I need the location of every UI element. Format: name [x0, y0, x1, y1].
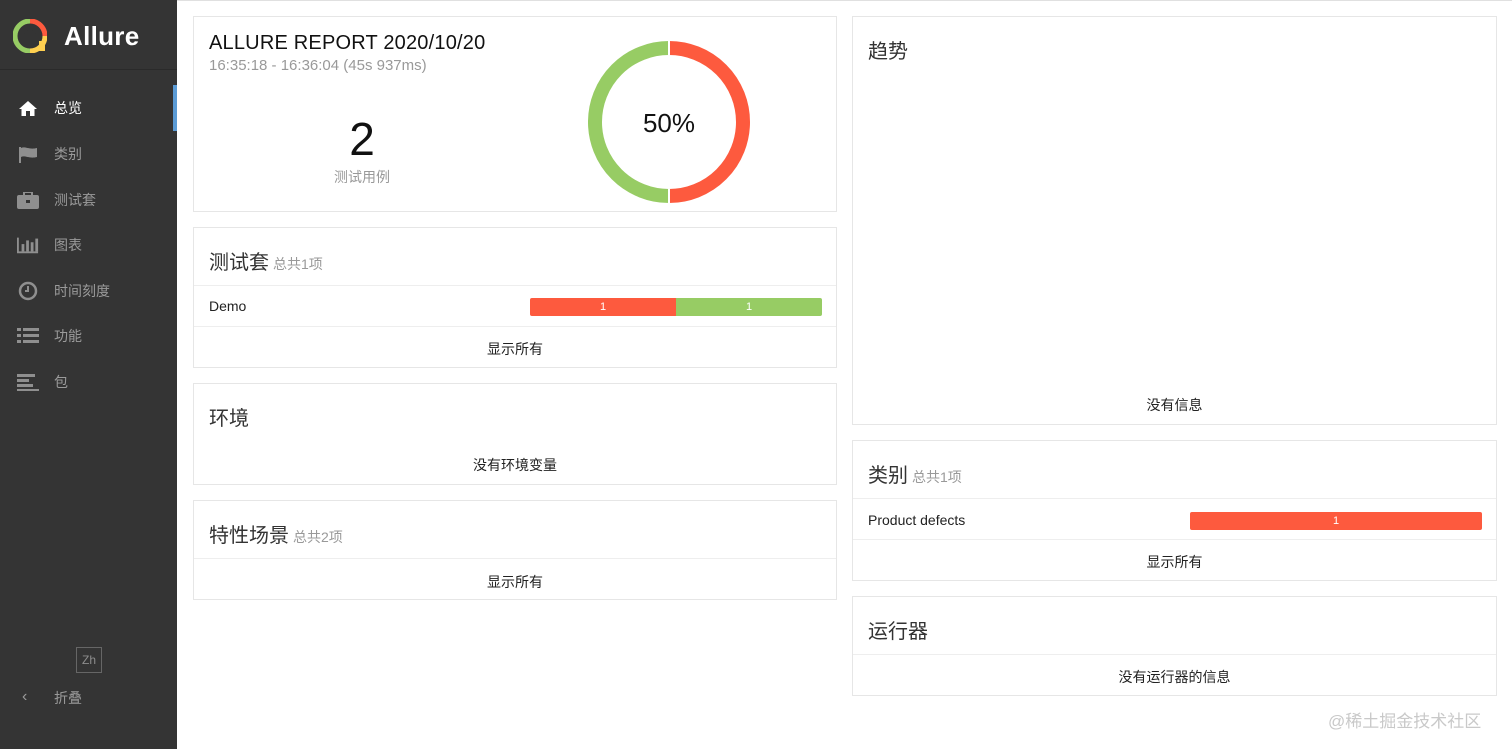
- sidebar-item-timeline[interactable]: 时间刻度: [0, 268, 177, 314]
- features-show-all-link[interactable]: 显示所有: [194, 572, 836, 592]
- flag-icon: [17, 145, 39, 163]
- bar-chart-icon: [17, 236, 39, 254]
- suites-widget: 测试套 总共1项 Demo 1 1 显示所有: [193, 227, 837, 368]
- suites-count: 总共1项: [273, 256, 323, 272]
- executors-widget: 运行器 没有运行器的信息: [852, 596, 1497, 696]
- pass-percent: 50%: [642, 108, 696, 138]
- executors-title: 运行器: [868, 621, 928, 643]
- sidebar-item-label: 测试套: [54, 192, 96, 208]
- report-time-range: 16:35:18 - 16:36:04 (45s 937ms): [209, 57, 427, 74]
- executors-empty-text: 没有运行器的信息: [1118, 669, 1231, 685]
- chevron-left-icon: ‹: [22, 688, 28, 705]
- brand-name: Allure: [64, 21, 140, 51]
- watermark: @稀土掘金技术社区: [1328, 712, 1482, 731]
- features-widget: 特性场景 总共2项 显示所有: [193, 500, 837, 600]
- sidebar-item-label: 时间刻度: [54, 283, 110, 299]
- sidebar-item-categories[interactable]: 类别: [0, 131, 177, 177]
- features-count: 总共2项: [293, 529, 343, 545]
- brand[interactable]: Allure: [0, 0, 177, 70]
- top-border: [177, 0, 1512, 1]
- suite-name[interactable]: Demo: [209, 298, 246, 314]
- categories-title: 类别 总共1项: [868, 465, 962, 487]
- trend-title: 趋势: [868, 41, 908, 63]
- sidebar-item-label: 总览: [54, 100, 82, 116]
- sidebar-item-label: 图表: [54, 237, 82, 253]
- suites-title: 测试套 总共1项: [209, 252, 323, 274]
- briefcase-icon: [17, 191, 39, 209]
- collapse-button[interactable]: ‹ 折叠: [0, 676, 177, 716]
- sidebar-item-packages[interactable]: 包: [0, 359, 177, 405]
- suites-show-all-link[interactable]: 显示所有: [194, 339, 836, 359]
- categories-count: 总共1项: [912, 469, 962, 485]
- environment-widget: 环境 没有环境变量: [193, 383, 837, 485]
- sidebar-item-label: 包: [54, 374, 68, 390]
- divider: [853, 498, 1496, 499]
- category-status-bar[interactable]: 1: [1190, 512, 1482, 530]
- divider: [194, 558, 836, 559]
- features-title: 特性场景 总共2项: [209, 525, 343, 547]
- environment-title: 环境: [209, 408, 249, 430]
- sidebar: Allure 总览 类别 测试套 图表 时间刻度 功能 包 Zh ‹ 折叠: [0, 0, 177, 749]
- test-case-count: 2: [349, 113, 375, 165]
- trend-empty-text: 没有信息: [1146, 397, 1203, 413]
- report-title: ALLURE REPORT 2020/10/20: [209, 32, 486, 54]
- divider: [853, 654, 1496, 655]
- sidebar-item-label: 类别: [54, 146, 82, 162]
- align-left-icon: [17, 373, 39, 391]
- trend-widget: 趋势 没有信息: [852, 16, 1497, 425]
- sidebar-item-label: 功能: [54, 328, 82, 344]
- divider: [194, 285, 836, 286]
- categories-widget: 类别 总共1项 Product defects 1 显示所有: [852, 440, 1497, 581]
- sidebar-item-graphs[interactable]: 图表: [0, 222, 177, 268]
- environment-empty-text: 没有环境变量: [473, 457, 557, 473]
- failed-segment[interactable]: 1: [530, 298, 676, 316]
- passed-segment[interactable]: 1: [676, 298, 822, 316]
- sidebar-item-behaviors[interactable]: 功能: [0, 313, 177, 359]
- divider: [853, 539, 1496, 540]
- category-name[interactable]: Product defects: [868, 512, 965, 528]
- test-case-label: 测试用例: [334, 169, 390, 185]
- allure-logo: [13, 19, 47, 53]
- home-icon: [17, 99, 39, 117]
- collapse-label: 折叠: [54, 690, 82, 706]
- clock-icon: [17, 281, 39, 301]
- list-icon: [17, 327, 39, 345]
- summary-widget: ALLURE REPORT 2020/10/20 16:35:18 - 16:3…: [193, 16, 837, 212]
- language-button[interactable]: Zh: [76, 647, 102, 673]
- categories-show-all-link[interactable]: 显示所有: [853, 552, 1496, 572]
- failed-segment[interactable]: 1: [1190, 512, 1482, 530]
- divider: [194, 326, 836, 327]
- sidebar-item-suites[interactable]: 测试套: [0, 177, 177, 223]
- sidebar-item-overview[interactable]: 总览: [0, 85, 177, 131]
- suite-status-bar[interactable]: 1 1: [530, 298, 822, 316]
